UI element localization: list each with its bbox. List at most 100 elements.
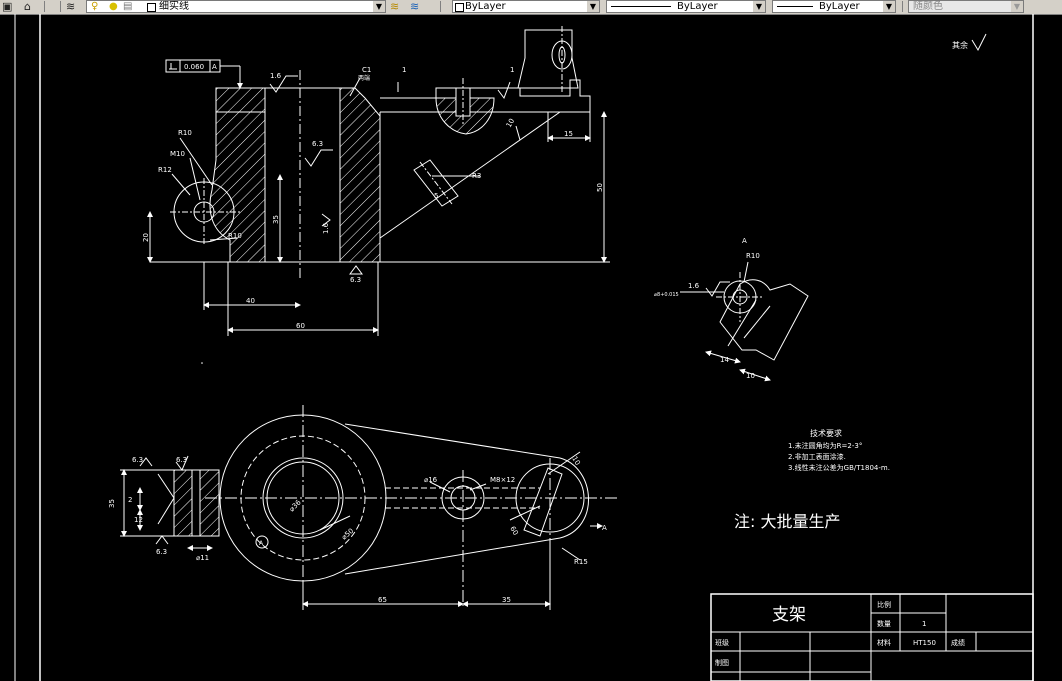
tv-dim-60: 60 — [508, 525, 519, 537]
tv-phi16: ⌀16 — [424, 476, 438, 484]
aux-view-labels: A R10 1.6 ⌀8+0.015 14 10 — [654, 237, 760, 380]
toolbar-separator — [902, 1, 903, 12]
layer-manager-icon[interactable]: ≋ — [66, 0, 75, 13]
chevron-down-icon[interactable]: ▼ — [883, 1, 895, 12]
qty-label: 数量 — [877, 619, 891, 628]
lightbulb-icon[interactable]: ♀ — [91, 1, 98, 12]
toolbar-separator — [440, 1, 441, 12]
chevron-down-icon[interactable]: ▼ — [587, 1, 599, 12]
tv-dim-2: 2 — [128, 496, 132, 504]
view-a-label: A — [742, 237, 747, 245]
toolbar-separator — [60, 1, 61, 12]
roughness-note: 其余 — [952, 33, 987, 52]
tv-phi50: ⌀50 — [340, 527, 355, 542]
chamfer-label: C1 — [362, 66, 371, 74]
layer-color-swatch — [147, 3, 156, 12]
tv-r15: R15 — [574, 558, 588, 566]
dim-50: 50 — [596, 183, 604, 192]
lineweight-preview — [777, 6, 813, 7]
layer-dropdown[interactable]: ♀ ● ▤ 细实线 ▼ — [86, 0, 386, 13]
tv-dim-65: 65 — [378, 596, 387, 604]
drawing-frame — [14, 14, 1034, 681]
chevron-down-icon[interactable]: ▼ — [1011, 1, 1023, 12]
tech-req-item-1: 1.未注圆角均为R=2-3° — [788, 441, 862, 450]
linetype-dropdown[interactable]: ByLayer ▼ — [606, 0, 766, 13]
dim-10: 10 — [505, 117, 516, 129]
material-value: HT150 — [913, 639, 936, 647]
tv-dim-10: 10 — [570, 455, 581, 467]
sun-icon[interactable]: ● — [109, 1, 118, 12]
flatness-tolerance: 0.060 — [184, 63, 204, 71]
stray-point — [201, 362, 203, 364]
dim-35: 35 — [272, 215, 280, 224]
linetype-value: ByLayer — [677, 1, 718, 12]
class-label: 班级 — [715, 638, 729, 647]
dim-40: 40 — [246, 297, 255, 305]
roughness-6-3-bottom: 6.3 — [350, 276, 361, 284]
tv-dim-35: 35 — [108, 499, 116, 508]
tv-phi11: ⌀11 — [196, 554, 209, 562]
make-layer-current-icon[interactable]: ≋ — [390, 0, 399, 13]
plotstyle-value: 随颜色 — [913, 1, 943, 12]
drawing-canvas[interactable]: 0.060 A C1 两端 1 1 1.6 6.3 1.6 6.3 R10 M1… — [0, 14, 1062, 681]
r3-label: R3 — [472, 172, 481, 180]
roughness-1-6-top: 1.6 — [270, 72, 282, 80]
drawn-label: 制图 — [715, 658, 729, 667]
tv-dim-35b: 35 — [502, 596, 511, 604]
color-swatch — [455, 3, 464, 12]
r12-label: R12 — [158, 166, 172, 174]
tv-view-a: A — [602, 524, 607, 532]
r10-top-label: R10 — [178, 129, 192, 137]
tech-req-item-2: 2.非加工表面涂漆. — [788, 452, 846, 461]
lock-icon[interactable]: ▤ — [123, 1, 132, 12]
aux-bore-dim: ⌀8+0.015 — [654, 292, 679, 298]
house-icon[interactable]: ⌂ — [24, 0, 31, 13]
tv-roughness-b: 6.3 — [176, 456, 187, 464]
properties-toolbar: ▣ ⌂ ≋ ♀ ● ▤ 细实线 ▼ ≋ ≋ ByLayer ▼ ByLayer … — [0, 0, 1062, 15]
tech-req-item-3: 3.线性未注公差为GB/T1804-m. — [788, 463, 890, 472]
dim-1a: 1 — [402, 66, 406, 74]
top-view — [120, 405, 620, 610]
r10-bottom-label: R10 — [228, 232, 242, 240]
qty-value: 1 — [922, 620, 926, 628]
lineweight-value: ByLayer — [819, 1, 860, 12]
dim-1b: 1 — [510, 66, 514, 74]
aux-view-a — [680, 261, 809, 382]
drawing-title: 支架 — [772, 605, 806, 625]
roughness-1-6-left: 1.6 — [322, 222, 330, 234]
chevron-down-icon[interactable]: ▼ — [753, 1, 765, 12]
dim-5: 5 — [434, 192, 438, 200]
tech-req-heading: 技术要求 — [810, 428, 842, 438]
roughness-6-3-mid: 6.3 — [312, 140, 323, 148]
aux-dim-10: 10 — [746, 372, 755, 380]
technical-requirements: 技术要求 1.未注圆角均为R=2-3° 2.非加工表面涂漆. 3.线性未注公差为… — [788, 428, 890, 472]
color-dropdown[interactable]: ByLayer ▼ — [452, 0, 600, 13]
aux-roughness: 1.6 — [688, 282, 700, 290]
ucs-toolbar-icon[interactable]: ▣ — [2, 0, 12, 13]
front-view — [147, 26, 610, 336]
tv-dim-12: 12 — [134, 516, 143, 524]
roughness-note-text: 其余 — [952, 40, 968, 50]
dim-15: 15 — [564, 130, 573, 138]
aux-r10: R10 — [746, 252, 760, 260]
plotstyle-dropdown[interactable]: 随颜色 ▼ — [908, 0, 1024, 13]
color-value: ByLayer — [465, 1, 506, 12]
lineweight-dropdown[interactable]: ByLayer ▼ — [772, 0, 896, 13]
layer-name: 细实线 — [159, 1, 189, 12]
chevron-down-icon[interactable]: ▼ — [373, 1, 385, 12]
toolbar-separator — [44, 1, 45, 12]
production-note: 注: 大批量生产 — [734, 512, 840, 531]
material-label: 材料 — [877, 638, 891, 647]
datum-a-label: A — [212, 63, 217, 71]
tv-roughness-a: 6.3 — [132, 456, 143, 464]
layer-previous-icon[interactable]: ≋ — [410, 0, 419, 13]
grade-label: 成绩 — [951, 638, 965, 647]
dim-20: 20 — [142, 233, 150, 242]
dim-60: 60 — [296, 322, 305, 330]
chamfer-note: 两端 — [358, 74, 370, 82]
aux-dim-14: 14 — [720, 356, 729, 364]
tv-m8: M8×12 — [490, 476, 515, 484]
m10-label: M10 — [170, 150, 185, 158]
title-block — [710, 593, 1034, 681]
tv-roughness-c: 6.3 — [156, 548, 167, 556]
